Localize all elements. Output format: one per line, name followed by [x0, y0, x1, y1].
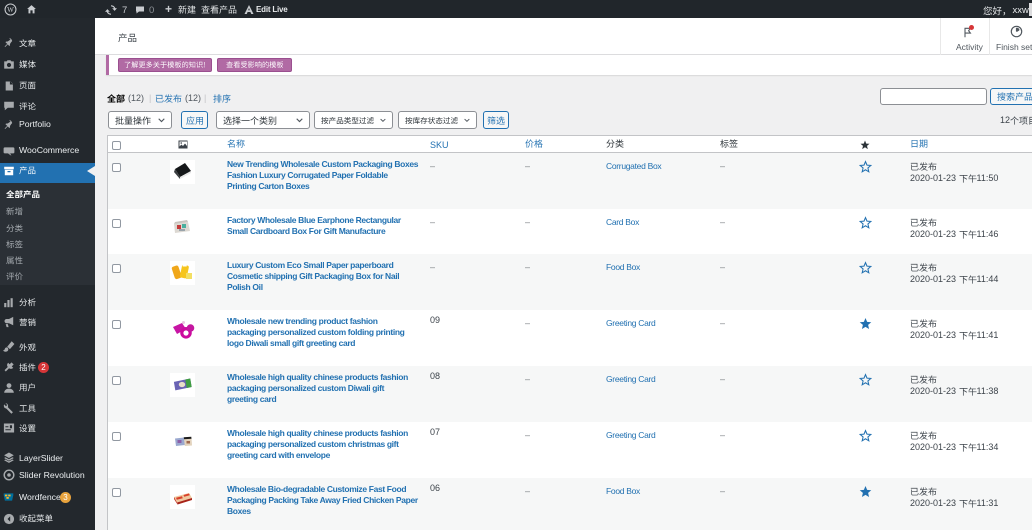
svg-text:W: W [7, 6, 14, 14]
